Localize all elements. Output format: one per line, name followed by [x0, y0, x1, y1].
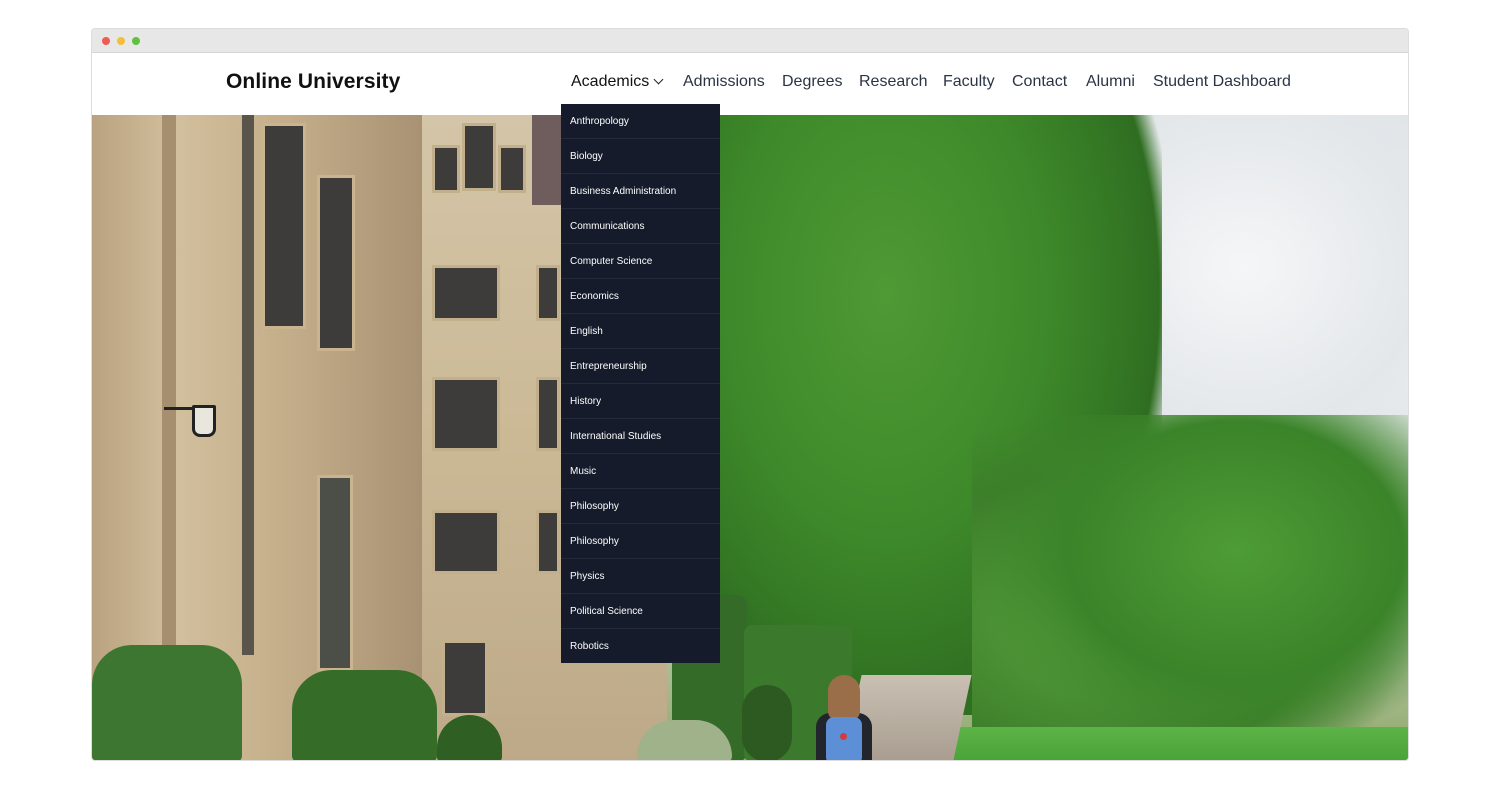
dropdown-item-anthropology[interactable]: Anthropology: [561, 104, 720, 139]
nav-academics[interactable]: Academics: [571, 73, 664, 91]
lamp-icon: [164, 393, 224, 445]
zoom-window-icon[interactable]: [132, 37, 140, 45]
site-header: Online University Academics Admissions D…: [92, 53, 1408, 115]
hero-willow-trees: [972, 415, 1408, 755]
nav-degrees[interactable]: Degrees: [782, 73, 842, 91]
dropdown-item-english[interactable]: English: [561, 314, 720, 349]
nav-alumni[interactable]: Alumni: [1086, 73, 1135, 91]
hero-hedge: [92, 645, 242, 760]
dropdown-item-economics[interactable]: Economics: [561, 279, 720, 314]
dropdown-item-philosophy[interactable]: Philosophy: [561, 489, 720, 524]
dropdown-item-business-administration[interactable]: Business Administration: [561, 174, 720, 209]
dropdown-item-history[interactable]: History: [561, 384, 720, 419]
nav-faculty[interactable]: Faculty: [943, 73, 995, 91]
dropdown-item-music[interactable]: Music: [561, 454, 720, 489]
browser-toolbar: [92, 29, 1408, 53]
dropdown-item-biology[interactable]: Biology: [561, 139, 720, 174]
hero-image: [92, 115, 1408, 760]
chevron-down-icon: [653, 74, 664, 85]
minimize-window-icon[interactable]: [117, 37, 125, 45]
dropdown-item-philosophy-2[interactable]: Philosophy: [561, 524, 720, 559]
close-window-icon[interactable]: [102, 37, 110, 45]
dropdown-item-robotics[interactable]: Robotics: [561, 629, 720, 664]
nav-academics-label: Academics: [571, 73, 650, 90]
nav-contact[interactable]: Contact: [1012, 73, 1067, 91]
hero-student: [808, 675, 880, 760]
dropdown-item-physics[interactable]: Physics: [561, 559, 720, 594]
dropdown-item-political-science[interactable]: Political Science: [561, 594, 720, 629]
site-logo[interactable]: Online University: [226, 70, 400, 94]
hero-lawn: [927, 727, 1408, 760]
dropdown-item-computer-science[interactable]: Computer Science: [561, 244, 720, 279]
browser-window: Online University Academics Admissions D…: [91, 28, 1409, 761]
hero-hedge: [742, 685, 792, 760]
nav-student-dashboard[interactable]: Student Dashboard: [1153, 73, 1291, 91]
nav-research[interactable]: Research: [859, 73, 927, 91]
nav-admissions[interactable]: Admissions: [683, 73, 765, 91]
dropdown-item-international-studies[interactable]: International Studies: [561, 419, 720, 454]
academics-dropdown-menu: Anthropology Biology Business Administra…: [561, 104, 720, 663]
hero-hedge: [292, 670, 437, 760]
dropdown-item-entrepreneurship[interactable]: Entrepreneurship: [561, 349, 720, 384]
dropdown-item-communications[interactable]: Communications: [561, 209, 720, 244]
